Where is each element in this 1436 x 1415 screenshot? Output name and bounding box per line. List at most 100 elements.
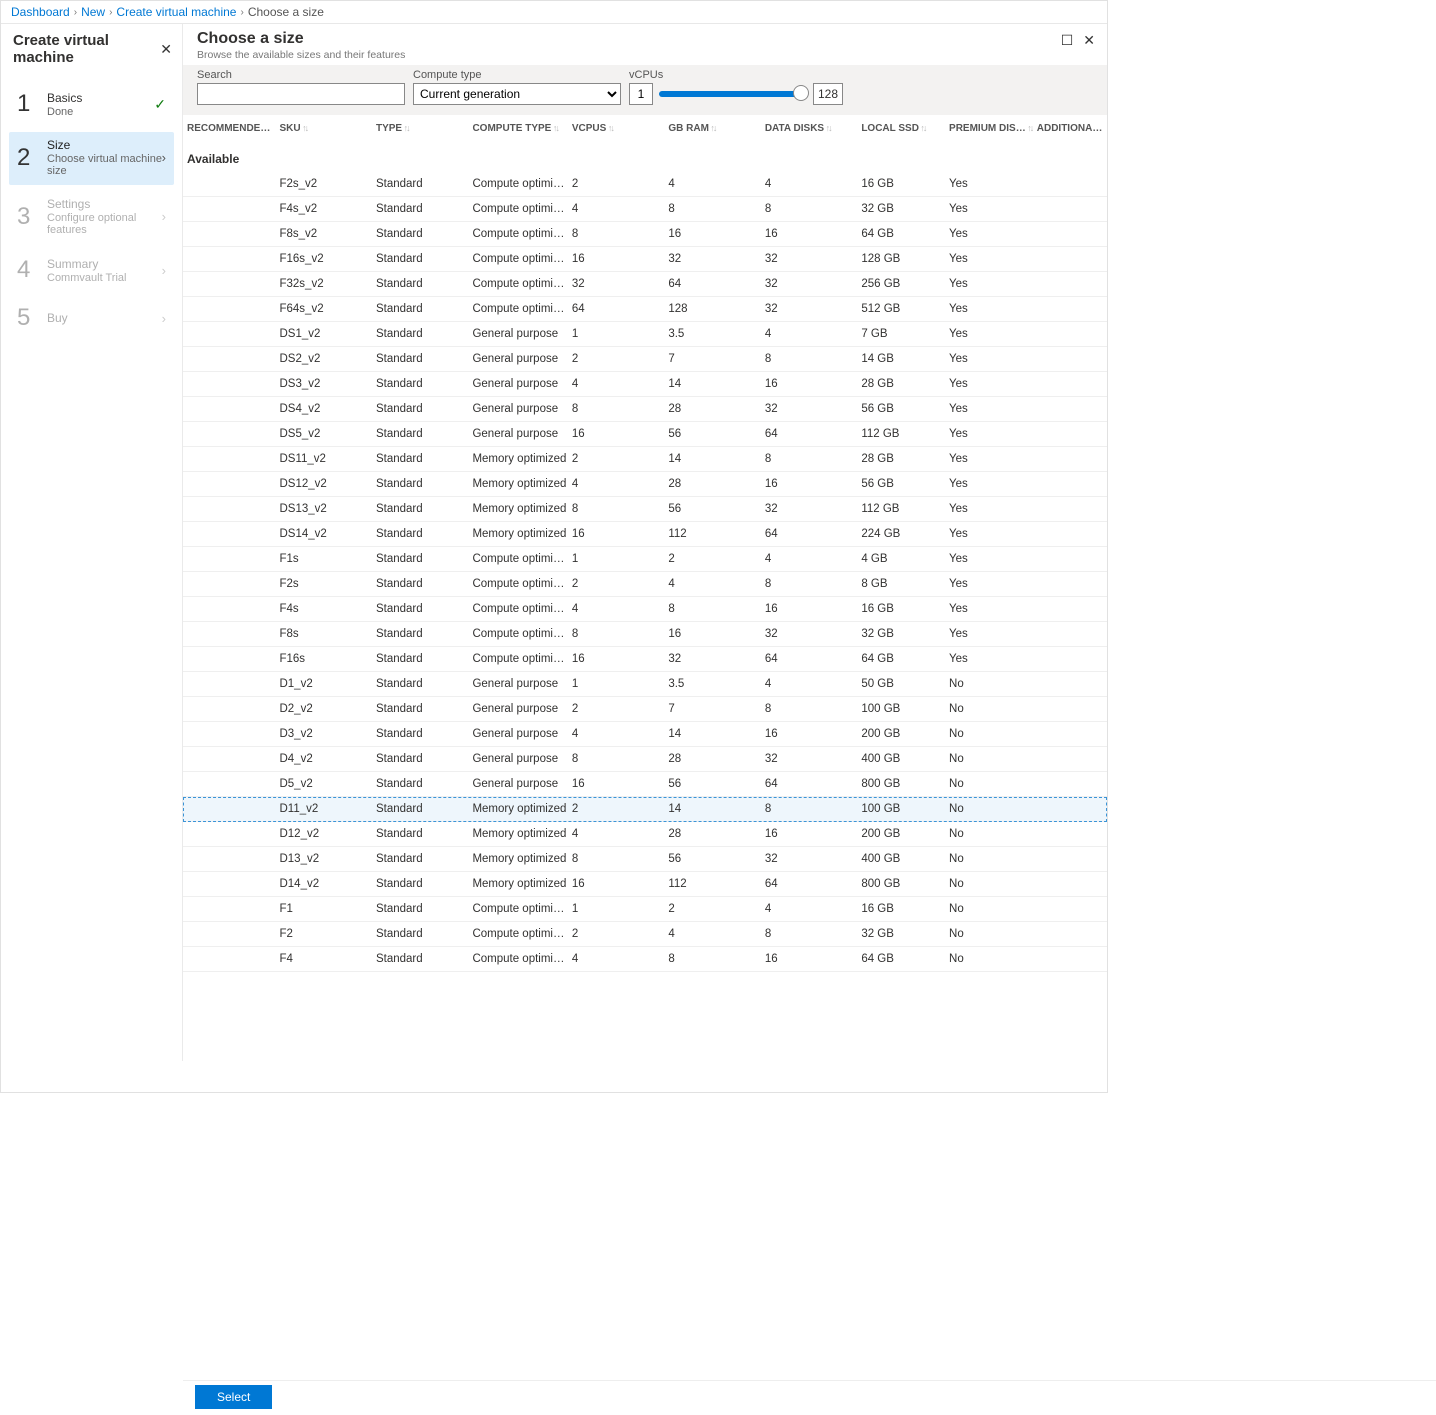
cell-ram: 3.5 bbox=[668, 322, 764, 347]
table-row[interactable]: F4sStandardCompute optimized481616 GBYes bbox=[183, 597, 1107, 622]
cell-type: Standard bbox=[376, 772, 472, 797]
column-header[interactable]: COMPUTE TYPE ↑↓ bbox=[472, 115, 571, 142]
column-header[interactable]: GB RAM ↑↓ bbox=[668, 115, 764, 142]
cell-type: Standard bbox=[376, 597, 472, 622]
column-header[interactable]: DATA DISKS ↑↓ bbox=[765, 115, 861, 142]
table-row[interactable]: DS13_v2StandardMemory optimized85632112 … bbox=[183, 497, 1107, 522]
cell-type: Standard bbox=[376, 722, 472, 747]
chevron-right-icon: › bbox=[162, 263, 166, 278]
close-icon[interactable]: ✕ bbox=[160, 41, 172, 58]
cell-compute-type: Memory optimized bbox=[472, 447, 571, 472]
cell-type: Standard bbox=[376, 272, 472, 297]
breadcrumb-link[interactable]: Create virtual machine bbox=[116, 5, 236, 19]
cell-recommended bbox=[183, 172, 279, 197]
table-row[interactable]: DS1_v2StandardGeneral purpose13.547 GBYe… bbox=[183, 322, 1107, 347]
column-header[interactable]: RECOMMENDE… ↑↓ bbox=[183, 115, 279, 142]
table-row[interactable]: D5_v2StandardGeneral purpose165664800 GB… bbox=[183, 772, 1107, 797]
column-header[interactable]: LOCAL SSD ↑↓ bbox=[861, 115, 949, 142]
breadcrumb-link[interactable]: Dashboard bbox=[11, 5, 70, 19]
cell-type: Standard bbox=[376, 172, 472, 197]
table-row[interactable]: DS12_v2StandardMemory optimized4281656 G… bbox=[183, 472, 1107, 497]
cell-vcpus: 1 bbox=[572, 897, 668, 922]
search-label: Search bbox=[197, 69, 405, 81]
cell-compute-type: Compute optimized bbox=[472, 622, 571, 647]
size-table-scroll[interactable]: RECOMMENDE… ↑↓SKU ↑↓TYPE ↑↓COMPUTE TYPE … bbox=[183, 115, 1107, 1061]
cell-data-disks: 32 bbox=[765, 272, 861, 297]
slider-thumb-icon[interactable] bbox=[793, 85, 809, 101]
cell-premium: Yes bbox=[949, 222, 1037, 247]
table-row[interactable]: DS4_v2StandardGeneral purpose8283256 GBY… bbox=[183, 397, 1107, 422]
cell-sku: F1s bbox=[279, 547, 375, 572]
table-row[interactable]: F4s_v2StandardCompute optimized48832 GBY… bbox=[183, 197, 1107, 222]
cell-type: Standard bbox=[376, 922, 472, 947]
table-row[interactable]: D2_v2StandardGeneral purpose278100 GBNo bbox=[183, 697, 1107, 722]
breadcrumb-link[interactable]: New bbox=[81, 5, 105, 19]
cell-additional bbox=[1037, 872, 1107, 897]
column-header[interactable]: PREMIUM DIS… ↑↓ bbox=[949, 115, 1037, 142]
cell-compute-type: General purpose bbox=[472, 397, 571, 422]
table-row[interactable]: F16sStandardCompute optimized16326464 GB… bbox=[183, 647, 1107, 672]
chevron-right-icon: › bbox=[109, 7, 112, 18]
table-row[interactable]: DS3_v2StandardGeneral purpose4141628 GBY… bbox=[183, 372, 1107, 397]
cell-premium: Yes bbox=[949, 347, 1037, 372]
table-row[interactable]: DS11_v2StandardMemory optimized214828 GB… bbox=[183, 447, 1107, 472]
table-row[interactable]: D13_v2StandardMemory optimized85632400 G… bbox=[183, 847, 1107, 872]
cell-recommended bbox=[183, 372, 279, 397]
table-row[interactable]: D3_v2StandardGeneral purpose41416200 GBN… bbox=[183, 722, 1107, 747]
table-row[interactable]: F4StandardCompute optimized481664 GBNo bbox=[183, 947, 1107, 972]
table-row[interactable]: D14_v2StandardMemory optimized1611264800… bbox=[183, 872, 1107, 897]
table-row[interactable]: F2s_v2StandardCompute optimized24416 GBY… bbox=[183, 172, 1107, 197]
maximize-icon[interactable]: ☐ bbox=[1061, 32, 1074, 49]
table-row[interactable]: D12_v2StandardMemory optimized42816200 G… bbox=[183, 822, 1107, 847]
step-subtitle: Choose virtual machine size bbox=[47, 153, 166, 177]
cell-type: Standard bbox=[376, 872, 472, 897]
chevron-right-icon: › bbox=[162, 150, 166, 165]
select-button[interactable]: Select bbox=[195, 1385, 272, 1409]
cell-recommended bbox=[183, 297, 279, 322]
table-row[interactable]: DS5_v2StandardGeneral purpose165664112 G… bbox=[183, 422, 1107, 447]
table-row[interactable]: F1StandardCompute optimized12416 GBNo bbox=[183, 897, 1107, 922]
cell-vcpus: 8 bbox=[572, 747, 668, 772]
step-subtitle: Commvault Trial bbox=[47, 272, 166, 284]
vcpu-slider[interactable] bbox=[659, 91, 807, 97]
table-row[interactable]: F1sStandardCompute optimized1244 GBYes bbox=[183, 547, 1107, 572]
cell-sku: F16s bbox=[279, 647, 375, 672]
table-row[interactable]: D1_v2StandardGeneral purpose13.5450 GBNo bbox=[183, 672, 1107, 697]
cell-additional bbox=[1037, 722, 1107, 747]
column-header[interactable]: SKU ↑↓ bbox=[279, 115, 375, 142]
cell-local-ssd: 16 GB bbox=[861, 897, 949, 922]
page-title: Choose a size bbox=[197, 30, 405, 48]
cell-sku: F32s_v2 bbox=[279, 272, 375, 297]
cell-recommended bbox=[183, 897, 279, 922]
cell-sku: F4s bbox=[279, 597, 375, 622]
column-header[interactable]: TYPE ↑↓ bbox=[376, 115, 472, 142]
cell-ram: 14 bbox=[668, 372, 764, 397]
search-input[interactable] bbox=[197, 83, 405, 105]
column-header[interactable]: ADDITIONAL F… ↑↓ bbox=[1037, 115, 1107, 142]
compute-type-select[interactable]: Current generation bbox=[413, 83, 621, 105]
close-icon[interactable]: ✕ bbox=[1083, 32, 1095, 49]
cell-sku: F64s_v2 bbox=[279, 297, 375, 322]
wizard-step[interactable]: 2SizeChoose virtual machine size› bbox=[9, 132, 174, 185]
table-row[interactable]: F8sStandardCompute optimized8163232 GBYe… bbox=[183, 622, 1107, 647]
table-row[interactable]: D11_v2StandardMemory optimized2148100 GB… bbox=[183, 797, 1107, 822]
wizard-step[interactable]: 1BasicsDone✓ bbox=[9, 84, 174, 126]
cell-data-disks: 32 bbox=[765, 847, 861, 872]
table-row[interactable]: F8s_v2StandardCompute optimized8161664 G… bbox=[183, 222, 1107, 247]
table-row[interactable]: DS2_v2StandardGeneral purpose27814 GBYes bbox=[183, 347, 1107, 372]
table-row[interactable]: F2StandardCompute optimized24832 GBNo bbox=[183, 922, 1107, 947]
table-row[interactable]: F2sStandardCompute optimized2488 GBYes bbox=[183, 572, 1107, 597]
table-row[interactable]: F32s_v2StandardCompute optimized32643225… bbox=[183, 272, 1107, 297]
table-row[interactable]: DS14_v2StandardMemory optimized161126422… bbox=[183, 522, 1107, 547]
cell-premium: No bbox=[949, 797, 1037, 822]
cell-vcpus: 32 bbox=[572, 272, 668, 297]
column-header[interactable]: VCPUS ↑↓ bbox=[572, 115, 668, 142]
cell-local-ssd: 56 GB bbox=[861, 397, 949, 422]
cell-data-disks: 16 bbox=[765, 222, 861, 247]
table-row[interactable]: F64s_v2StandardCompute optimized64128325… bbox=[183, 297, 1107, 322]
table-row[interactable]: F16s_v2StandardCompute optimized16323212… bbox=[183, 247, 1107, 272]
cell-sku: DS12_v2 bbox=[279, 472, 375, 497]
table-row[interactable]: D4_v2StandardGeneral purpose82832400 GBN… bbox=[183, 747, 1107, 772]
vcpu-min-input[interactable] bbox=[629, 83, 653, 105]
cell-local-ssd: 64 GB bbox=[861, 647, 949, 672]
